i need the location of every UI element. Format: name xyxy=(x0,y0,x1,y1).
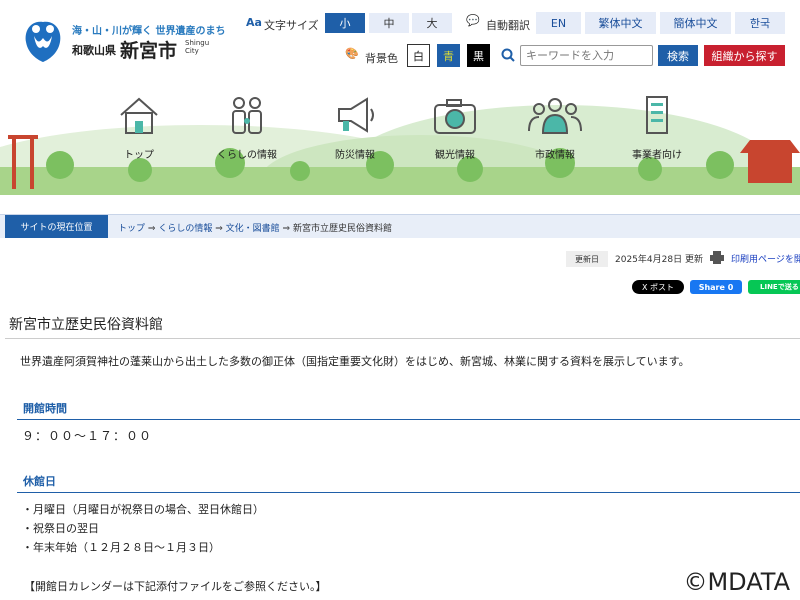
nav-label: 事業者向け xyxy=(632,150,682,161)
bg-white-button[interactable]: 白 xyxy=(407,44,430,67)
bg-color-text: 背景色 xyxy=(365,52,398,65)
breadcrumb-sep: ⇒ xyxy=(215,224,223,234)
bg-black-button[interactable]: 黒 xyxy=(467,44,490,67)
lang-ko-button[interactable]: 한국 xyxy=(735,12,785,34)
intro-text: 世界遺産阿須賀神社の蓬莱山から出土した多数の御正体（国指定重要文化財）をはじめ、… xyxy=(20,355,690,368)
closed-item: ・年末年始（１２月２８日～１月３日） xyxy=(22,541,220,554)
page-title: 新宮市立歴史民俗資料館 xyxy=(9,317,163,333)
nav-living[interactable]: くらしの情報 xyxy=(202,95,292,161)
closed-item: ・祝祭日の翌日 xyxy=(22,522,99,535)
updated-label: 更新日 xyxy=(566,251,608,267)
updated-date: 2025年4月28日 更新 xyxy=(615,255,703,265)
nav-city-admin[interactable]: 市政情報 xyxy=(510,95,600,161)
search-icon xyxy=(501,48,515,62)
nav-label: トップ xyxy=(124,150,154,161)
line-share-button[interactable]: LINEで送る xyxy=(748,280,800,294)
bg-blue-button[interactable]: 青 xyxy=(437,44,460,67)
title-divider xyxy=(5,338,800,339)
hours-text: ９：００～１７：００ xyxy=(22,429,153,443)
city-emblem-logo[interactable] xyxy=(22,18,64,64)
lang-zh-cn-button[interactable]: 簡体中文 xyxy=(660,12,731,34)
closed-item: ・月曜日（月曜日が祝祭日の場合、翌日休館日） xyxy=(22,503,264,516)
city-name-en: Shingu City xyxy=(185,39,210,55)
font-size-small-button[interactable]: 小 xyxy=(325,13,365,33)
facebook-share-button[interactable]: Share 0 xyxy=(690,280,742,294)
font-size-label: 文字サイズ xyxy=(264,19,319,32)
prefecture-name: 和歌山県 xyxy=(72,44,116,57)
search-input[interactable] xyxy=(520,45,653,66)
nav-label: くらしの情報 xyxy=(217,150,277,161)
translate-label: 自動翻訳 xyxy=(486,19,530,32)
breadcrumb-link-top[interactable]: トップ xyxy=(118,224,145,234)
print-page-link[interactable]: 印刷用ページを開く xyxy=(731,252,800,265)
breadcrumb-sep: ⇒ xyxy=(282,224,291,234)
font-size-icon: Aa xyxy=(246,16,262,29)
x-post-button[interactable]: X ポスト xyxy=(632,280,684,294)
calendar-note: 【開館日カレンダーは下記添付ファイルをご参照ください。】 xyxy=(24,580,327,593)
printer-icon xyxy=(710,251,724,264)
font-size-medium-button[interactable]: 中 xyxy=(369,13,409,33)
nav-top[interactable]: トップ xyxy=(94,95,184,161)
lang-zh-tw-button[interactable]: 繁体中文 xyxy=(585,12,656,34)
tagline: 海・山・川が輝く 世界遺産のまち xyxy=(72,26,226,37)
camera-icon xyxy=(434,99,476,134)
breadcrumb: サイトの現在位置 トップ ⇒ くらしの情報 ⇒ 文化・図書館 ⇒ 新宮市立歴史民… xyxy=(0,214,800,238)
breadcrumb-current: 新宮市立歴史民俗資料館 xyxy=(292,224,392,234)
nav-disaster[interactable]: 防災情報 xyxy=(310,95,400,161)
nav-label: 観光情報 xyxy=(435,150,475,161)
closed-heading: 休館日 xyxy=(17,473,800,493)
hours-heading: 開館時間 xyxy=(17,400,800,420)
search-button[interactable]: 検索 xyxy=(658,45,698,66)
palette-icon: 🎨 xyxy=(345,47,359,60)
nav-business[interactable]: 事業者向け xyxy=(612,95,702,161)
nav-label: 防災情報 xyxy=(335,150,375,161)
people-icon xyxy=(528,98,582,134)
breadcrumb-sep: ⇒ xyxy=(147,224,156,234)
org-search-button[interactable]: 組織から探す xyxy=(704,45,785,66)
watermark: ©MDATA xyxy=(683,568,790,596)
family-icon xyxy=(232,97,262,134)
font-size-large-button[interactable]: 大 xyxy=(412,13,452,33)
breadcrumb-link-culture[interactable]: 文化・図書館 xyxy=(226,224,280,234)
translate-icon: 💬 xyxy=(466,14,480,27)
building-icon xyxy=(646,96,668,134)
city-name: 新宮市 xyxy=(120,40,178,62)
lang-en-button[interactable]: EN xyxy=(536,12,581,34)
nav-label: 市政情報 xyxy=(535,150,575,161)
house-icon xyxy=(120,97,158,134)
breadcrumb-link-living[interactable]: くらしの情報 xyxy=(158,224,212,234)
nav-tourism[interactable]: 観光情報 xyxy=(410,95,500,161)
megaphone-icon xyxy=(338,97,374,133)
breadcrumb-here-label: サイトの現在位置 xyxy=(5,215,108,238)
